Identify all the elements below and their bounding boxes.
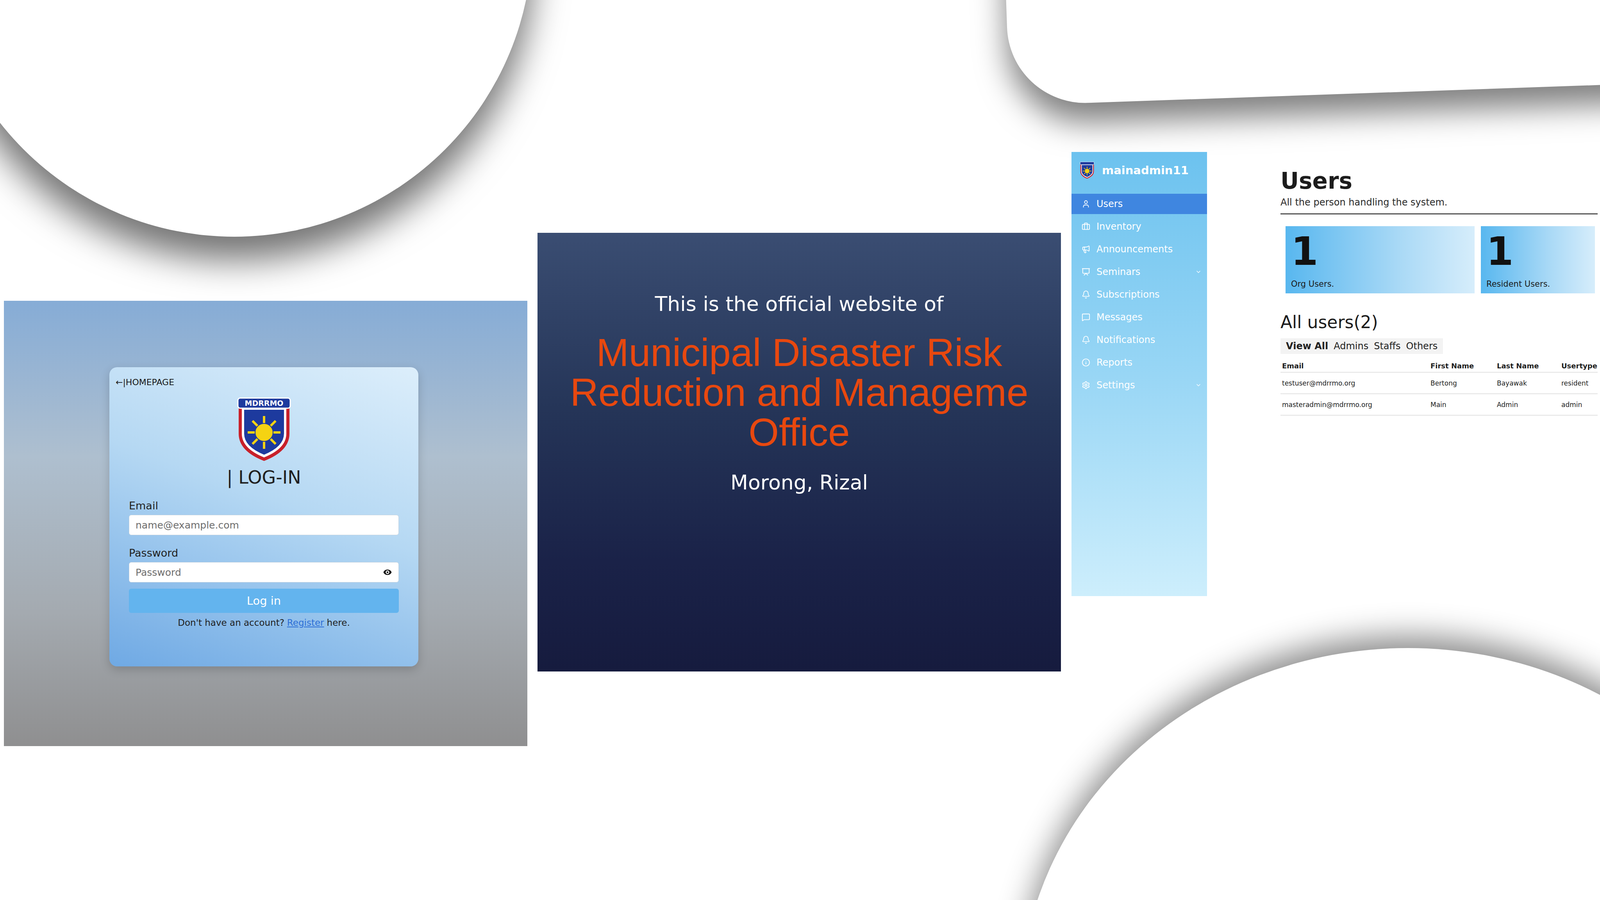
menu-icon xyxy=(1081,267,1091,277)
menu-icon xyxy=(1081,358,1091,367)
filter-tab[interactable]: Admins xyxy=(1332,340,1370,352)
sidebar-item[interactable]: Notifications xyxy=(1071,329,1208,350)
sidebar-item[interactable]: Subscriptions xyxy=(1071,284,1208,305)
hero-title-line: Office xyxy=(748,412,850,452)
field xyxy=(128,514,399,536)
filter-tab[interactable]: Staffs xyxy=(1373,340,1402,352)
sidebar-item[interactable]: Reports xyxy=(1071,352,1208,373)
page-subtitle: All the person handling the system. xyxy=(1280,196,1598,215)
homepage-link[interactable]: ←|HOMEPAGE xyxy=(115,377,399,388)
collage: ←|HOMEPAGE MDRRMO | LOG-IN Email Password Log… xyxy=(0,0,1600,747)
hero-screenshot: This is the official website of Municipal… xyxy=(537,232,1061,672)
login-button[interactable]: Log in xyxy=(128,588,399,613)
sidebar-item[interactable]: Announcements xyxy=(1071,239,1208,260)
register-link[interactable]: Register xyxy=(287,617,325,628)
filter-tab[interactable]: Others xyxy=(1405,340,1439,352)
sidebar-item[interactable]: Settings xyxy=(1071,375,1208,396)
slide: ←|HOMEPAGE MDRRMO | LOG-IN Email Password Log… xyxy=(0,0,1600,900)
menu-icon xyxy=(1081,380,1091,390)
logo xyxy=(1079,161,1095,180)
field-label: Email xyxy=(128,499,399,512)
hero-title: Municipal Disaster RiskReduction and Man… xyxy=(570,332,1029,452)
users-page: Users All the person handling the system.… xyxy=(1280,167,1598,416)
svg-text:MDRRMO: MDRRMO xyxy=(244,398,284,408)
table-header: EmailFirst NameLast NameUsertype xyxy=(1280,359,1598,373)
sidebar-item[interactable]: Seminars xyxy=(1071,261,1208,283)
login-screenshot: ←|HOMEPAGE MDRRMO | LOG-IN Email Password Log… xyxy=(3,300,528,747)
email-input[interactable] xyxy=(134,519,393,532)
menu-icon xyxy=(1081,312,1091,322)
decor-circle xyxy=(0,0,533,237)
login-title: | LOG-IN xyxy=(128,466,399,488)
menu-icon xyxy=(1081,244,1091,254)
menu-icon xyxy=(1081,199,1091,209)
hero-intro: This is the official website of xyxy=(655,291,944,317)
chevron-down-icon xyxy=(1195,382,1202,389)
sidebar-item[interactable]: Users xyxy=(1071,193,1208,215)
stat-card: 1Org Users. xyxy=(1285,226,1475,294)
sidebar-user: mainadmin11 xyxy=(1101,163,1189,177)
field-label: Password xyxy=(128,546,399,559)
mdrrmo-logo-icon xyxy=(1079,161,1095,180)
decor-slab xyxy=(1000,0,1600,106)
decor-orb xyxy=(1020,648,1600,900)
table-row[interactable]: testuser@mdrrmo.orgBertongBayawakresiden… xyxy=(1280,372,1598,395)
menu-icon xyxy=(1081,335,1091,345)
logo: MDRRMO xyxy=(234,396,294,463)
eye-icon[interactable] xyxy=(382,566,393,578)
sidebar-header: mainadmin11 xyxy=(1071,151,1208,189)
mdrrmo-logo-icon: MDRRMO xyxy=(234,396,294,463)
hero-place: Morong, Rizal xyxy=(730,469,868,495)
list-title: All users(2) xyxy=(1280,312,1598,333)
filter-tabs: View AllAdminsStaffsOthers xyxy=(1280,338,1443,354)
sidebar-item[interactable]: Inventory xyxy=(1071,216,1208,237)
sidebar-item[interactable]: Messages xyxy=(1071,307,1208,328)
chevron-down-icon xyxy=(1195,268,1202,275)
menu-icon xyxy=(1081,222,1091,231)
hero-title-line: Reduction and Manageme xyxy=(570,372,1029,413)
hero-title-line: Municipal Disaster Risk xyxy=(596,332,1002,373)
sidebar-list: UsersInventoryAnnouncementsSeminarsSubsc… xyxy=(1071,193,1208,396)
users-table: EmailFirst NameLast NameUsertypetestuser… xyxy=(1280,359,1598,416)
page-title: Users xyxy=(1280,167,1598,194)
stat-card: 1Resident Users. xyxy=(1480,226,1595,294)
login-card: ←|HOMEPAGE MDRRMO | LOG-IN Email Password Log… xyxy=(109,367,419,667)
register-prompt: Don't have an account?Registerhere. xyxy=(128,617,399,628)
password-input[interactable] xyxy=(134,566,383,579)
table-row[interactable]: masteradmin@mdrrmo.orgMainAdminadmin xyxy=(1280,394,1598,416)
field xyxy=(128,562,399,583)
stat-row: 1Org Users.1Resident Users. xyxy=(1280,226,1598,294)
menu-icon xyxy=(1081,290,1091,299)
filter-tab[interactable]: View All xyxy=(1285,340,1329,352)
sidebar: mainadmin11UsersInventoryAnnouncementsSe… xyxy=(1071,151,1208,597)
